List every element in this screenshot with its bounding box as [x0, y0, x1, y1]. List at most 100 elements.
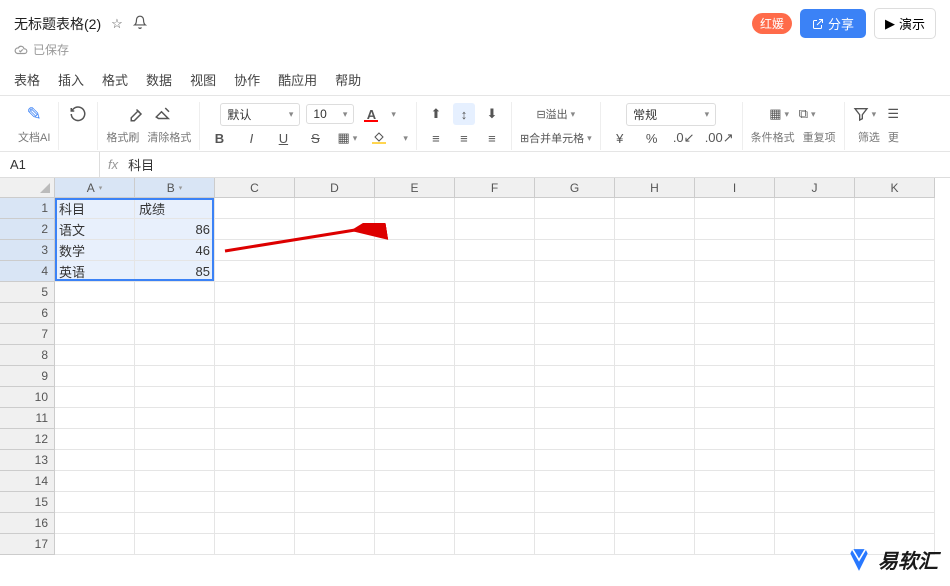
cell-C11[interactable] [215, 408, 295, 429]
cell-J11[interactable] [775, 408, 855, 429]
font-color-button[interactable]: A [360, 103, 382, 125]
col-header-J[interactable]: J [775, 178, 855, 198]
cell-A7[interactable] [55, 324, 135, 345]
cell-F10[interactable] [455, 387, 535, 408]
more-button[interactable]: ☰ [882, 103, 904, 125]
cell-G2[interactable] [535, 219, 615, 240]
cell-F9[interactable] [455, 366, 535, 387]
cell-B8[interactable] [135, 345, 215, 366]
select-all-corner[interactable] [0, 178, 55, 198]
row-header-13[interactable]: 13 [0, 450, 55, 471]
percent-button[interactable]: % [641, 127, 663, 149]
cell-D5[interactable] [295, 282, 375, 303]
cell-C10[interactable] [215, 387, 295, 408]
cell-A17[interactable] [55, 534, 135, 555]
cell-C5[interactable] [215, 282, 295, 303]
cell-B7[interactable] [135, 324, 215, 345]
cell-H3[interactable] [615, 240, 695, 261]
cell-B10[interactable] [135, 387, 215, 408]
cell-J8[interactable] [775, 345, 855, 366]
cell-E11[interactable] [375, 408, 455, 429]
align-left-button[interactable]: ≡ [425, 127, 447, 149]
spreadsheet-grid[interactable]: A▾B▾CDEFGHIJK 1234567891011121314151617 … [0, 178, 950, 584]
cell-D8[interactable] [295, 345, 375, 366]
font-size-select[interactable]: 10▾ [306, 104, 354, 124]
cell-D3[interactable] [295, 240, 375, 261]
cell-F11[interactable] [455, 408, 535, 429]
cell-H11[interactable] [615, 408, 695, 429]
cell-A6[interactable] [55, 303, 135, 324]
cell-H15[interactable] [615, 492, 695, 513]
cell-I6[interactable] [695, 303, 775, 324]
cell-K1[interactable] [855, 198, 935, 219]
cell-B4[interactable]: 85 [135, 261, 215, 282]
cell-H13[interactable] [615, 450, 695, 471]
cell-A9[interactable] [55, 366, 135, 387]
cell-B12[interactable] [135, 429, 215, 450]
cell-I15[interactable] [695, 492, 775, 513]
col-header-E[interactable]: E [375, 178, 455, 198]
cell-B13[interactable] [135, 450, 215, 471]
overflow-button[interactable]: ⊟ 溢出▾ [536, 103, 575, 125]
cell-A13[interactable] [55, 450, 135, 471]
row-header-15[interactable]: 15 [0, 492, 55, 513]
cell-G12[interactable] [535, 429, 615, 450]
cell-C3[interactable] [215, 240, 295, 261]
cell-J14[interactable] [775, 471, 855, 492]
currency-button[interactable]: ¥ [609, 127, 631, 149]
menu-format[interactable]: 格式 [102, 70, 128, 89]
cell-F13[interactable] [455, 450, 535, 471]
cell-E7[interactable] [375, 324, 455, 345]
cell-F16[interactable] [455, 513, 535, 534]
cell-I10[interactable] [695, 387, 775, 408]
cell-I2[interactable] [695, 219, 775, 240]
cell-K11[interactable] [855, 408, 935, 429]
cell-K16[interactable] [855, 513, 935, 534]
align-center-button[interactable]: ≡ [453, 127, 475, 149]
cell-G3[interactable] [535, 240, 615, 261]
menu-help[interactable]: 帮助 [335, 70, 361, 89]
col-header-K[interactable]: K [855, 178, 935, 198]
cell-K15[interactable] [855, 492, 935, 513]
merge-button[interactable]: ⊞ 合并单元格▾ [520, 127, 592, 149]
cell-K7[interactable] [855, 324, 935, 345]
cell-J5[interactable] [775, 282, 855, 303]
cell-D13[interactable] [295, 450, 375, 471]
cell-J9[interactable] [775, 366, 855, 387]
number-format-select[interactable]: 常规▾ [626, 103, 716, 126]
cell-J17[interactable] [775, 534, 855, 555]
cell-D7[interactable] [295, 324, 375, 345]
cell-H14[interactable] [615, 471, 695, 492]
cell-B9[interactable] [135, 366, 215, 387]
cell-J12[interactable] [775, 429, 855, 450]
valign-middle-button[interactable]: ↕ [453, 103, 475, 125]
cell-K4[interactable] [855, 261, 935, 282]
bell-icon[interactable] [133, 15, 147, 32]
cell-B17[interactable] [135, 534, 215, 555]
cell-K6[interactable] [855, 303, 935, 324]
cell-I11[interactable] [695, 408, 775, 429]
star-icon[interactable]: ☆ [111, 16, 123, 32]
menu-data[interactable]: 数据 [146, 70, 172, 89]
cell-C7[interactable] [215, 324, 295, 345]
cell-C15[interactable] [215, 492, 295, 513]
row-header-10[interactable]: 10 [0, 387, 55, 408]
cell-D1[interactable] [295, 198, 375, 219]
underline-button[interactable]: U [272, 127, 294, 149]
cell-F12[interactable] [455, 429, 535, 450]
cell-J16[interactable] [775, 513, 855, 534]
cell-B15[interactable] [135, 492, 215, 513]
cell-G5[interactable] [535, 282, 615, 303]
cell-C16[interactable] [215, 513, 295, 534]
italic-button[interactable]: I [240, 127, 262, 149]
cell-B6[interactable] [135, 303, 215, 324]
cell-D9[interactable] [295, 366, 375, 387]
cell-I9[interactable] [695, 366, 775, 387]
font-select[interactable]: 默认▾ [220, 103, 300, 126]
cell-G7[interactable] [535, 324, 615, 345]
cell-J7[interactable] [775, 324, 855, 345]
brush-button[interactable] [124, 103, 146, 125]
cell-G13[interactable] [535, 450, 615, 471]
chevron-down-icon[interactable]: ▾ [403, 133, 408, 144]
cell-E1[interactable] [375, 198, 455, 219]
